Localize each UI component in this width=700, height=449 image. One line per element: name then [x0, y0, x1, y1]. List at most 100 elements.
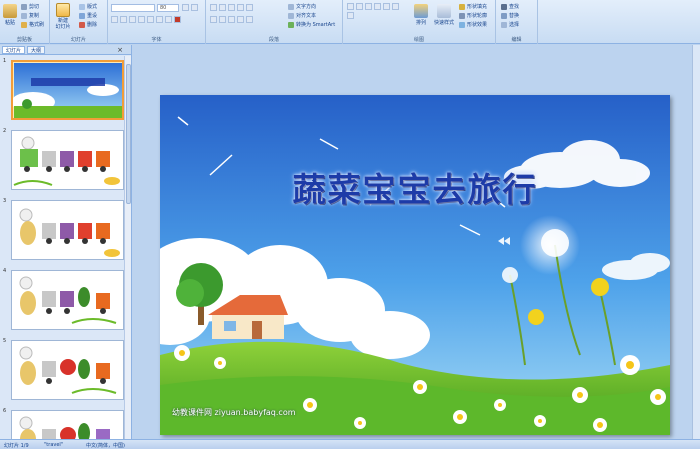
- shrink-font-icon[interactable]: [191, 4, 198, 11]
- scrollbar-thumb[interactable]: [126, 64, 131, 204]
- paste-button[interactable]: 粘贴: [3, 4, 17, 26]
- watermark-text: 幼教课件网 ziyuan.babyfaq.com: [172, 408, 296, 417]
- smartart-button[interactable]: 转换为 SmartArt: [288, 21, 335, 28]
- slide-number: 5: [3, 338, 7, 344]
- oval-shape-icon[interactable]: [374, 3, 381, 10]
- thumbnail-image: [11, 270, 124, 330]
- text-direction-button[interactable]: 文字方向: [288, 3, 316, 10]
- quick-styles-button[interactable]: 快速样式: [433, 4, 455, 26]
- new-slide-icon: [56, 3, 70, 17]
- binoculars-icon: [501, 3, 507, 10]
- numbering-icon[interactable]: [219, 4, 226, 11]
- current-slide[interactable]: 蔬菜宝宝去旅行 幼教课件网 ziyuan.babyfaq.com: [160, 95, 670, 435]
- font-size-combo[interactable]: 80: [157, 4, 179, 12]
- slide-thumbnail-4[interactable]: 4: [3, 268, 124, 330]
- ribbon: 粘贴 剪切 复制 格式刷 剪贴板 新建 幻灯片 版式 重设 删除 幻灯片 80: [0, 0, 700, 44]
- slide-editor: 蔬菜宝宝去旅行 幼教课件网 ziyuan.babyfaq.com: [133, 45, 700, 439]
- font-color-icon[interactable]: [174, 16, 181, 23]
- triangle-shape-icon[interactable]: [383, 3, 390, 10]
- slide-number: 1: [3, 58, 7, 64]
- reset-button[interactable]: 重设: [79, 12, 97, 19]
- line-shape-icon[interactable]: [356, 3, 363, 10]
- shapes-gallery[interactable]: [347, 3, 405, 19]
- align-buttons: [210, 16, 253, 23]
- editing-group: 查找 替换 选择 编辑: [496, 0, 538, 44]
- language-indicator[interactable]: 中文(简体，中国): [86, 442, 125, 449]
- smartart-icon: [288, 21, 294, 28]
- paste-icon: [3, 4, 17, 18]
- format-painter-button[interactable]: 格式刷: [21, 21, 44, 28]
- thumbnail-image: [11, 200, 124, 260]
- layout-icon: [79, 3, 85, 10]
- font-name-combo[interactable]: [111, 4, 155, 12]
- case-icon[interactable]: [165, 16, 172, 23]
- font-group: 80 字体: [108, 0, 206, 44]
- increase-indent-icon[interactable]: [237, 4, 244, 11]
- scissors-icon: [21, 3, 27, 10]
- clipboard-group: 粘贴 剪切 复制 格式刷 剪贴板: [0, 0, 50, 44]
- rectangle-shape-icon[interactable]: [347, 3, 354, 10]
- drawing-group-label: 绘图: [413, 37, 424, 43]
- slide-thumbnail-2[interactable]: 2: [3, 128, 124, 190]
- slide-thumbnail-3[interactable]: 3: [3, 198, 124, 260]
- shadow-icon[interactable]: [147, 16, 154, 23]
- delete-slide-button[interactable]: 删除: [79, 21, 97, 28]
- bold-icon[interactable]: [111, 16, 118, 23]
- slide-number: 6: [3, 408, 7, 414]
- bullets-icon[interactable]: [210, 4, 217, 11]
- layout-button[interactable]: 版式: [79, 3, 97, 10]
- decrease-indent-icon[interactable]: [228, 4, 235, 11]
- editing-group-label: 编辑: [511, 37, 522, 43]
- copy-button[interactable]: 复制: [21, 12, 39, 19]
- align-left-icon[interactable]: [210, 16, 217, 23]
- close-panel-icon[interactable]: ×: [117, 46, 123, 54]
- delete-icon: [79, 21, 85, 28]
- arrange-button[interactable]: 排列: [413, 4, 429, 26]
- replace-icon: [501, 12, 507, 19]
- strikethrough-icon[interactable]: [138, 16, 145, 23]
- select-button[interactable]: 选择: [501, 21, 519, 28]
- slide-counter: 幻灯片 1/9: [4, 443, 29, 449]
- shape-fill-button[interactable]: 形状填充: [459, 3, 487, 10]
- cut-button[interactable]: 剪切: [21, 3, 39, 10]
- thumbnail-image: [11, 60, 124, 120]
- text-direction-icon: [288, 3, 294, 10]
- train-slide-preview: [19, 208, 120, 257]
- align-text-icon: [288, 12, 294, 19]
- shape-effects-button[interactable]: 形状效果: [459, 21, 487, 28]
- slide-thumbnail-1[interactable]: 1: [3, 58, 124, 120]
- grow-font-icon[interactable]: [182, 4, 189, 11]
- slide-title[interactable]: 蔬菜宝宝去旅行: [160, 163, 670, 211]
- justify-icon[interactable]: [237, 16, 244, 23]
- curve-shape-icon[interactable]: [347, 12, 354, 19]
- shape-outline-button[interactable]: 形状轮廓: [459, 12, 487, 19]
- panel-tabs: 幻灯片 大纲: [0, 45, 131, 55]
- underline-icon[interactable]: [129, 16, 136, 23]
- font-group-label: 字体: [151, 37, 162, 43]
- clipboard-group-label: 剪贴板: [16, 37, 32, 43]
- find-button[interactable]: 查找: [501, 3, 519, 10]
- font-size-buttons: [182, 4, 198, 11]
- slide-thumbnail-5[interactable]: 5: [3, 338, 124, 400]
- spacing-icon[interactable]: [156, 16, 163, 23]
- align-text-button[interactable]: 对齐文本: [288, 12, 316, 19]
- arrange-icon: [414, 4, 428, 18]
- new-slide-button[interactable]: 新建 幻灯片: [54, 3, 72, 30]
- arrow-shape-icon[interactable]: [365, 3, 372, 10]
- thumbnail-scrollbar[interactable]: [124, 56, 131, 439]
- tab-slides[interactable]: 幻灯片: [2, 45, 26, 54]
- replace-button[interactable]: 替换: [501, 12, 519, 19]
- align-center-icon[interactable]: [219, 16, 226, 23]
- thumbnail-image: [11, 130, 124, 190]
- rounded-rect-shape-icon[interactable]: [392, 3, 399, 10]
- slide-thumbnail-6[interactable]: 6: [3, 408, 124, 439]
- fill-bucket-icon: [459, 3, 465, 10]
- slide-number: 4: [3, 268, 7, 274]
- tab-outline[interactable]: 大纲: [27, 45, 46, 54]
- align-right-icon[interactable]: [228, 16, 235, 23]
- line-spacing-icon[interactable]: [246, 4, 253, 11]
- reset-icon: [79, 12, 85, 19]
- columns-icon[interactable]: [246, 16, 253, 23]
- italic-icon[interactable]: [120, 16, 127, 23]
- editor-scrollbar[interactable]: [692, 45, 700, 439]
